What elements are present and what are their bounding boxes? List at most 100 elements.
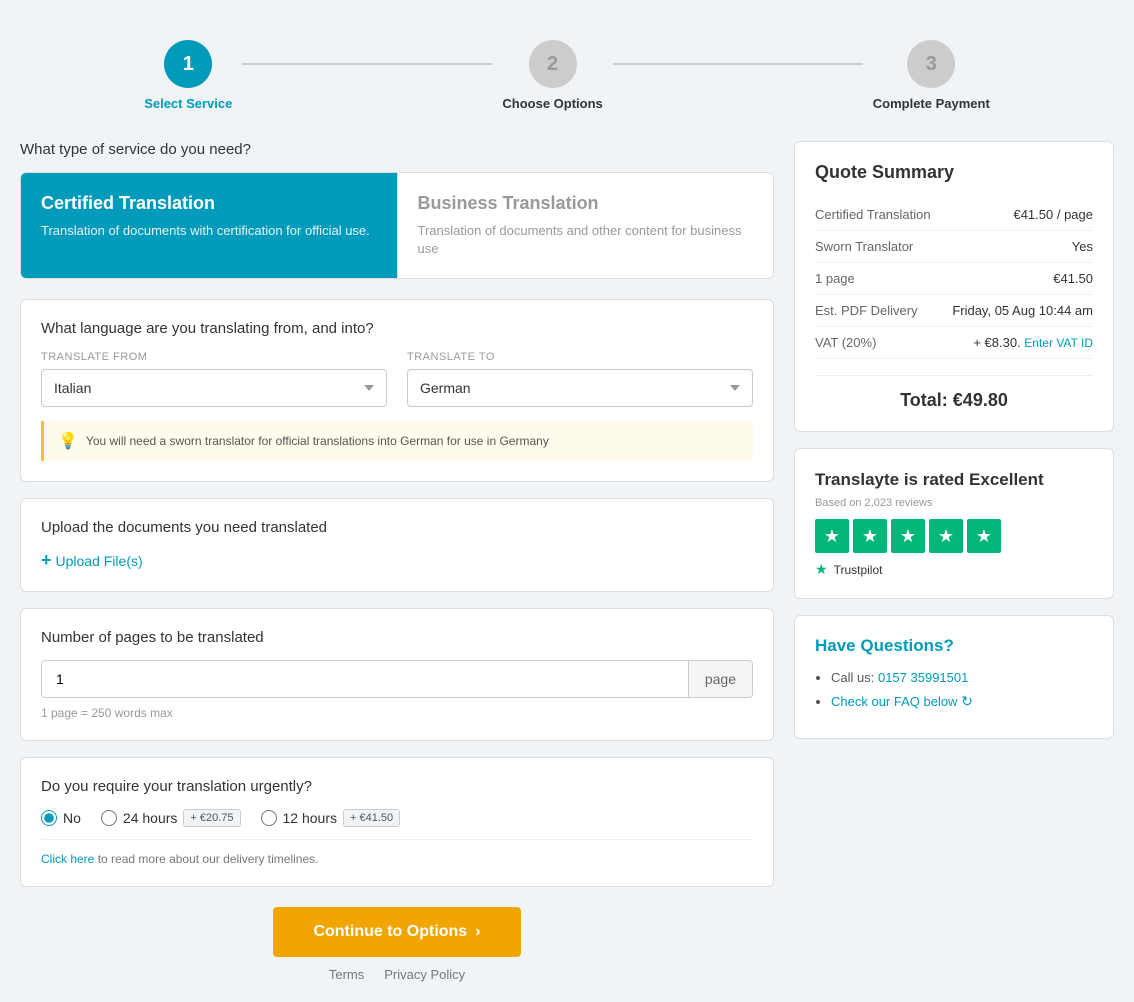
- quote-value-3: Friday, 05 Aug 10:44 am: [952, 303, 1093, 318]
- star-1: ★: [815, 519, 849, 553]
- upload-button[interactable]: + Upload File(s): [41, 550, 143, 571]
- tp-star-icon: ★: [815, 561, 828, 578]
- quote-row-2: 1 page €41.50: [815, 263, 1093, 295]
- questions-list: Call us: 0157 35991501 Check our FAQ bel…: [815, 670, 1093, 710]
- translate-from-group: Translate From Italian English French Sp…: [41, 351, 387, 407]
- quote-row-4: VAT (20%) + €8.30. Enter VAT ID: [815, 327, 1093, 359]
- urgency-card: Do you require your translation urgently…: [20, 757, 774, 887]
- step-1: 1 Select Service: [144, 40, 232, 111]
- questions-card: Have Questions? Call us: 0157 35991501 C…: [794, 615, 1114, 739]
- certified-translation-card[interactable]: Certified Translation Translation of doc…: [21, 173, 397, 278]
- urgency-no[interactable]: No: [41, 810, 81, 826]
- urgency-12h-badge: + €41.50: [343, 809, 400, 827]
- refresh-icon: ↻: [961, 693, 973, 709]
- certified-card-desc: Translation of documents with certificat…: [41, 222, 377, 240]
- quote-total: Total: €49.80: [815, 375, 1093, 411]
- translate-to-group: Translate To German English French Spani…: [407, 351, 753, 407]
- question-item-0: Call us: 0157 35991501: [831, 670, 1093, 685]
- continue-button-label: Continue to Options: [313, 923, 467, 941]
- step-connector-2: [613, 63, 863, 65]
- continue-button[interactable]: Continue to Options ›: [273, 907, 520, 957]
- step-1-label: Select Service: [144, 96, 232, 111]
- quote-value-4: + €8.30. Enter VAT ID: [973, 335, 1093, 350]
- urgency-no-label: No: [63, 810, 81, 826]
- urgency-no-radio[interactable]: [41, 810, 57, 826]
- pages-input-row: page: [41, 660, 753, 698]
- quote-key-1: Sworn Translator: [815, 239, 913, 254]
- footer-links: Terms Privacy Policy: [20, 967, 774, 982]
- business-card-title: Business Translation: [418, 193, 754, 214]
- urgency-24h[interactable]: 24 hours + €20.75: [101, 809, 241, 827]
- certified-card-title: Certified Translation: [41, 193, 377, 214]
- delivery-link[interactable]: Click here: [41, 852, 94, 866]
- urgency-12h-radio[interactable]: [261, 810, 277, 826]
- star-4: ★: [929, 519, 963, 553]
- pages-label: Number of pages to be translated: [41, 629, 753, 646]
- phone-link[interactable]: 0157 35991501: [878, 670, 968, 685]
- trust-based: Based on 2,023 reviews: [815, 497, 1093, 509]
- quote-key-3: Est. PDF Delivery: [815, 303, 918, 318]
- language-card: What language are you translating from, …: [20, 299, 774, 482]
- pages-card: Number of pages to be translated page 1 …: [20, 608, 774, 741]
- faq-link[interactable]: Check our FAQ below ↻: [831, 694, 973, 709]
- continue-wrapper: Continue to Options ›: [20, 907, 774, 957]
- quote-card: Quote Summary Certified Translation €41.…: [794, 141, 1114, 432]
- service-cards: Certified Translation Translation of doc…: [20, 172, 774, 279]
- trust-title: Translayte is rated Excellent: [815, 469, 1093, 491]
- quote-value-0: €41.50 / page: [1013, 207, 1093, 222]
- upload-plus-icon: +: [41, 550, 52, 571]
- step-2-circle: 2: [529, 40, 577, 88]
- business-card-desc: Translation of documents and other conte…: [418, 222, 754, 258]
- quote-key-4: VAT (20%): [815, 335, 876, 350]
- trustpilot-stars: ★ ★ ★ ★ ★: [815, 519, 1093, 553]
- trustpilot-card: Translayte is rated Excellent Based on 2…: [794, 448, 1114, 599]
- upload-label: Upload the documents you need translated: [41, 519, 753, 536]
- questions-title: Have Questions?: [815, 636, 1093, 656]
- translate-to-select[interactable]: German English French Spanish Italian: [407, 369, 753, 407]
- urgency-12h[interactable]: 12 hours + €41.50: [261, 809, 401, 827]
- pages-suffix: page: [688, 661, 752, 697]
- urgency-question: Do you require your translation urgently…: [41, 778, 753, 795]
- continue-arrow-icon: ›: [475, 923, 480, 941]
- urgency-12h-label: 12 hours: [283, 810, 337, 826]
- quote-row-3: Est. PDF Delivery Friday, 05 Aug 10:44 a…: [815, 295, 1093, 327]
- warning-icon: 💡: [58, 431, 78, 451]
- vat-id-link[interactable]: Enter VAT ID: [1024, 336, 1093, 350]
- question-item-1: Check our FAQ below ↻: [831, 693, 1093, 710]
- urgency-24h-radio[interactable]: [101, 810, 117, 826]
- urgency-options: No 24 hours + €20.75 12 hours + €41.50: [41, 809, 753, 827]
- language-question: What language are you translating from, …: [41, 320, 753, 337]
- star-5: ★: [967, 519, 1001, 553]
- trustpilot-logo-text: Trustpilot: [834, 563, 883, 577]
- quote-row-0: Certified Translation €41.50 / page: [815, 199, 1093, 231]
- step-2-label: Choose Options: [502, 96, 602, 111]
- urgency-24h-badge: + €20.75: [183, 809, 240, 827]
- step-connector-1: [242, 63, 492, 65]
- right-column: Quote Summary Certified Translation €41.…: [794, 141, 1114, 739]
- delivery-link-row: Click here to read more about our delive…: [41, 839, 753, 866]
- quote-title: Quote Summary: [815, 162, 1093, 183]
- privacy-link[interactable]: Privacy Policy: [384, 967, 465, 982]
- translate-from-select[interactable]: Italian English French Spanish German: [41, 369, 387, 407]
- business-translation-card[interactable]: Business Translation Translation of docu…: [398, 173, 774, 278]
- translate-from-label: Translate From: [41, 351, 387, 363]
- step-3-label: Complete Payment: [873, 96, 990, 111]
- step-3: 3 Complete Payment: [873, 40, 990, 111]
- step-2: 2 Choose Options: [502, 40, 602, 111]
- language-warning: 💡 You will need a sworn translator for o…: [41, 421, 753, 461]
- urgency-24h-label: 24 hours: [123, 810, 177, 826]
- quote-value-1: Yes: [1072, 239, 1093, 254]
- star-2: ★: [853, 519, 887, 553]
- terms-link[interactable]: Terms: [329, 967, 364, 982]
- service-question: What type of service do you need?: [20, 141, 774, 158]
- translate-to-label: Translate To: [407, 351, 753, 363]
- pages-hint: 1 page = 250 words max: [41, 706, 753, 720]
- quote-value-2: €41.50: [1053, 271, 1093, 286]
- step-1-circle: 1: [164, 40, 212, 88]
- trustpilot-logo: ★ Trustpilot: [815, 561, 1093, 578]
- star-3: ★: [891, 519, 925, 553]
- pages-input[interactable]: [42, 661, 688, 697]
- step-3-circle: 3: [907, 40, 955, 88]
- quote-key-2: 1 page: [815, 271, 855, 286]
- upload-card: Upload the documents you need translated…: [20, 498, 774, 592]
